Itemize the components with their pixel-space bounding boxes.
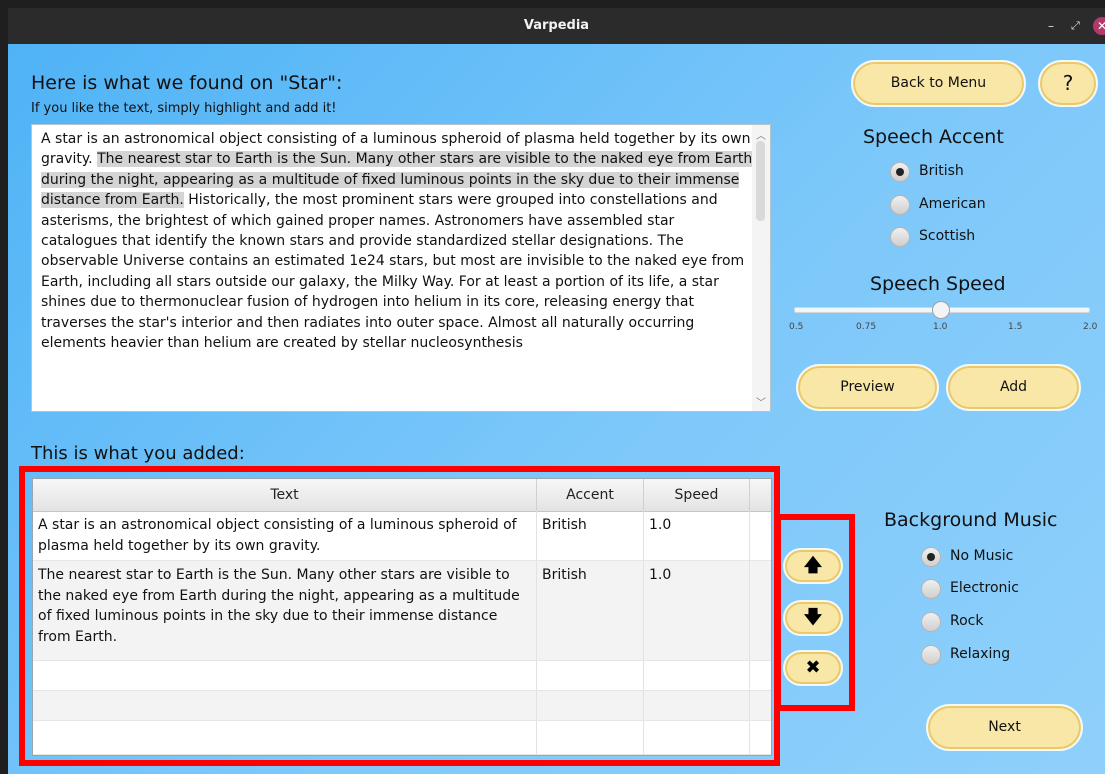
speed-tick: 1.5 [1008,322,1023,332]
speed-tick: 0.5 [789,322,804,332]
speed-tick: 2.0 [1083,322,1098,332]
preview-button[interactable]: Preview [796,364,939,411]
move-up-button[interactable]: 🡅 [783,548,843,584]
page-subtitle: If you like the text, simply highlight a… [31,101,337,116]
radio-label: Electronic [950,580,1020,596]
article-text-after[interactable]: Historically, the most prominent stars w… [41,192,744,351]
radio-label: No Music [950,548,1014,564]
article-text[interactable]: A star is an astronomical object consist… [41,129,753,353]
article-textarea[interactable]: A star is an astronomical object consist… [31,124,771,412]
move-down-button[interactable]: 🡇 [783,600,843,636]
window-title: Varpedia [523,18,590,33]
scrollbar-thumb[interactable] [756,141,765,221]
close-icon[interactable]: ✕ [1093,17,1105,35]
radio-selected-icon[interactable] [921,547,941,567]
speech-speed-slider-thumb[interactable] [932,301,950,319]
add-button[interactable]: Add [946,364,1081,411]
article-scrollbar[interactable]: ︿ ﹀ [752,125,770,411]
maximize-icon[interactable]: ⤢ [1071,17,1080,35]
delete-button[interactable]: ✖ [783,650,843,686]
radio-label: Relaxing [950,646,1011,662]
radio-icon[interactable] [890,195,910,215]
radio-icon[interactable] [921,579,941,599]
added-section-title: This is what you added: [31,443,245,464]
radio-label: American [919,196,986,212]
next-button[interactable]: Next [926,704,1083,751]
speech-speed-label: Speech Speed [870,273,1006,295]
scroll-up-icon[interactable]: ︿ [756,127,766,142]
page-title: Here is what we found on "Star": [31,72,343,94]
table-highlight-box [19,466,780,766]
radio-icon[interactable] [921,612,941,632]
speech-accent-label: Speech Accent [863,126,1004,148]
window-titlebar: Varpedia – ⤢ ✕ [8,8,1105,44]
app-window: Here is what we found on "Star": If you … [8,44,1105,774]
back-to-menu-button[interactable]: Back to Menu [851,60,1026,107]
speed-tick: 0.75 [856,322,877,332]
radio-label: Rock [950,613,984,629]
radio-label: Scottish [919,228,976,244]
scroll-down-icon[interactable]: ﹀ [756,394,766,409]
radio-label: British [919,163,964,179]
minimize-icon[interactable]: – [1048,17,1054,35]
background-music-label: Background Music [884,509,1058,531]
radio-selected-icon[interactable] [890,162,910,182]
radio-icon[interactable] [921,645,941,665]
radio-icon[interactable] [890,227,910,247]
speed-tick: 1.0 [933,322,948,332]
help-button[interactable]: ? [1038,60,1098,107]
